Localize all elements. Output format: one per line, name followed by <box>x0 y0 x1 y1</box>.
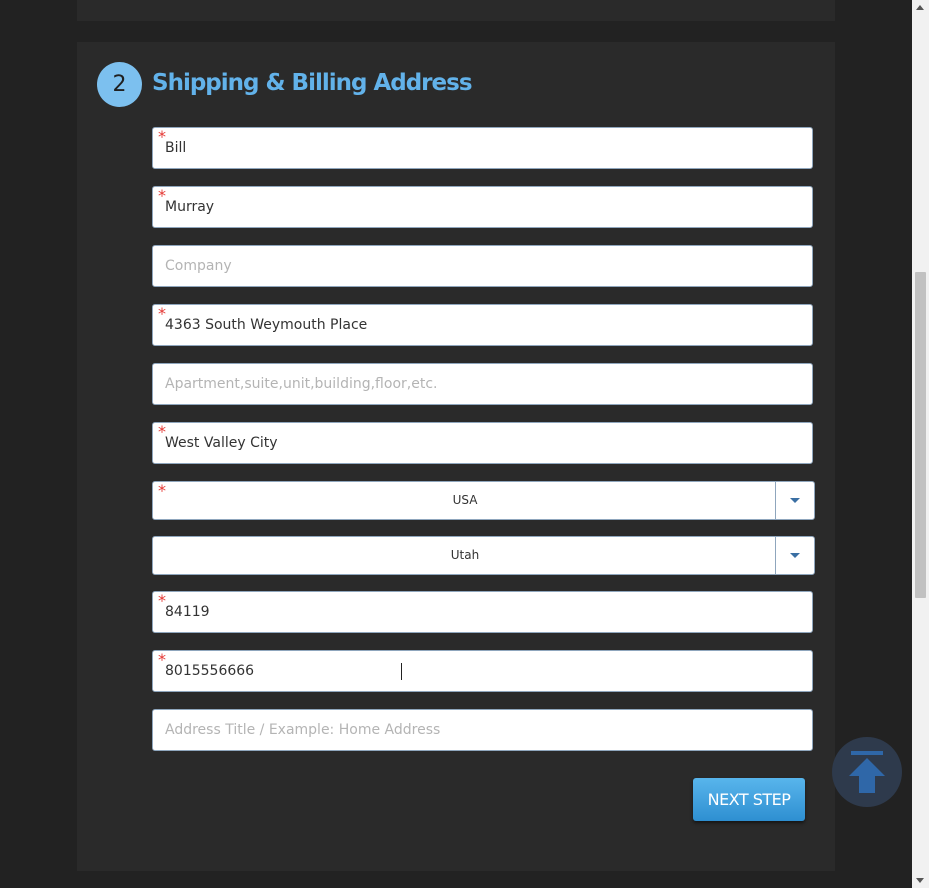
next-step-button[interactable]: NEXT STEP <box>693 778 805 821</box>
address-title-field[interactable] <box>152 709 813 751</box>
back-to-top-button[interactable] <box>832 737 902 807</box>
city-field[interactable]: * <box>152 422 813 464</box>
first-name-field[interactable]: * <box>152 127 813 169</box>
caret-down-icon <box>790 498 800 503</box>
zip-field[interactable]: * <box>152 591 813 633</box>
company-input[interactable] <box>165 246 805 286</box>
address-line2-input[interactable] <box>165 364 805 404</box>
text-cursor <box>401 663 402 680</box>
company-field[interactable] <box>152 245 813 287</box>
address-title-input[interactable] <box>165 710 805 750</box>
first-name-input[interactable] <box>165 128 805 168</box>
state-selected-value: Utah <box>450 548 480 562</box>
scrollbar-thumb[interactable] <box>915 272 926 598</box>
scroll-up-arrow-icon[interactable] <box>916 5 924 10</box>
zip-input[interactable] <box>165 592 805 632</box>
address-line2-field[interactable] <box>152 363 813 405</box>
last-name-input[interactable] <box>165 187 805 227</box>
address-line1-input[interactable] <box>165 305 805 345</box>
country-dropdown-toggle[interactable] <box>775 482 814 519</box>
phone-field[interactable]: * <box>152 650 813 692</box>
state-dropdown-toggle[interactable] <box>775 537 814 574</box>
country-selected-value: USA <box>452 493 478 507</box>
city-input[interactable] <box>165 423 805 463</box>
scroll-down-arrow-icon[interactable] <box>916 878 924 883</box>
step-number-badge: 2 <box>97 62 142 107</box>
page-scrollbar[interactable] <box>912 0 929 888</box>
last-name-field[interactable]: * <box>152 186 813 228</box>
previous-section-panel <box>77 0 835 21</box>
address-line1-field[interactable]: * <box>152 304 813 346</box>
caret-down-icon <box>790 553 800 558</box>
country-select[interactable]: * USA <box>152 481 815 520</box>
section-title: Shipping & Billing Address <box>152 70 473 96</box>
state-select[interactable]: Utah <box>152 536 815 575</box>
phone-input[interactable] <box>165 651 805 691</box>
arrow-up-to-line-icon <box>849 751 885 793</box>
